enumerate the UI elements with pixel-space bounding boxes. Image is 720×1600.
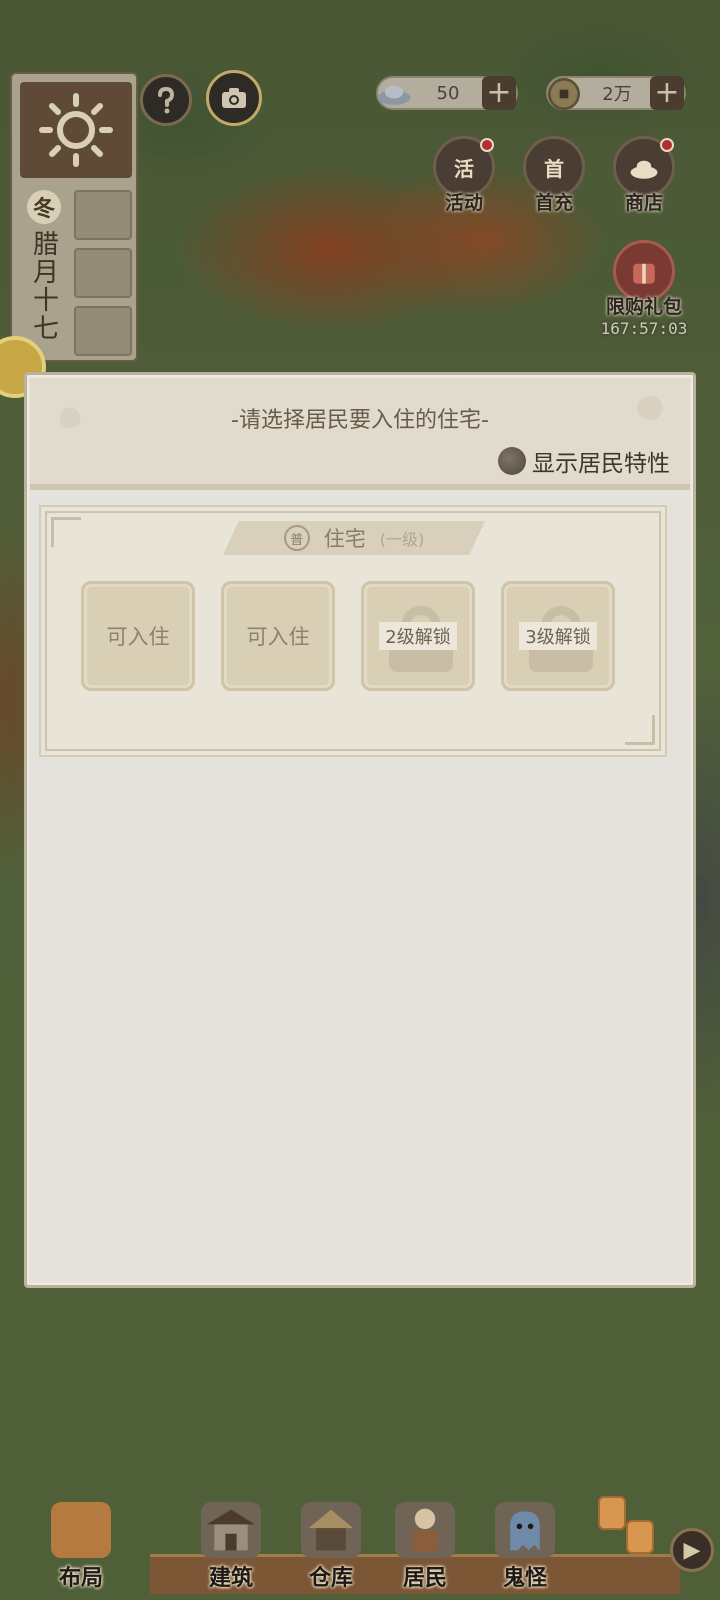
notification-dot [480, 138, 494, 152]
show-traits-toggle[interactable]: 显示居民特性 [498, 444, 670, 478]
nav-ghosts[interactable]: 鬼怪 [480, 1488, 570, 1592]
dialog-title: -请选择居民要入住的住宅- [231, 408, 489, 433]
shop-label: 商店 [624, 192, 663, 214]
slot-label: 可入住 [106, 625, 170, 649]
season-label: 冬 [27, 190, 61, 224]
house-slot-locked[interactable]: 2级解锁 [361, 581, 475, 691]
nav-build-label: 建筑 [208, 1566, 253, 1591]
lantern-decoration [598, 1496, 626, 1530]
camera-button[interactable] [206, 70, 262, 126]
limited-gift-label: 限购礼包 [605, 296, 682, 318]
help-button[interactable] [140, 74, 192, 126]
camera-icon [222, 88, 246, 108]
slot-label: 2级解锁 [379, 622, 457, 650]
coin-amount: 2万 [602, 84, 632, 105]
sun-icon [39, 93, 113, 167]
dialog-header: -请选择居民要入住的住宅- 显示居民特性 [30, 378, 690, 490]
corner-ornament [625, 715, 655, 745]
house-slot-available[interactable]: 可入住 [81, 581, 195, 691]
resident-person-icon [395, 1502, 455, 1558]
shop-button[interactable]: 商店 [606, 136, 682, 220]
house-slots: 可入住 可入住 2级解锁 3级解锁 [81, 581, 615, 691]
limited-gift-button[interactable]: 限购礼包 167:57:03 [596, 240, 692, 340]
weather-sun-icon[interactable] [20, 82, 132, 178]
gift-countdown: 167:57:03 [600, 319, 688, 338]
building-icon [201, 1502, 261, 1558]
nav-storage-label: 仓库 [308, 1566, 353, 1591]
house-select-dialog: -请选择居民要入住的住宅- 显示居民特性 普 住宅 (一级) 可入住 可入住 2… [24, 372, 696, 1288]
house-slot-available[interactable]: 可入住 [221, 581, 335, 691]
calendar-slot [74, 248, 132, 298]
house-group-panel: 普 住宅 (一级) 可入住 可入住 2级解锁 3级解锁 [45, 511, 661, 751]
activity-label: 活动 [444, 192, 483, 214]
notification-dot [660, 138, 674, 152]
corner-ornament [51, 517, 81, 547]
lunar-date: 腊月十七 [28, 230, 59, 342]
lantern-decoration [626, 1520, 654, 1554]
copper-coin-icon [542, 72, 586, 116]
calendar-slots [74, 190, 132, 358]
first-charge-button[interactable]: 首 首充 [516, 136, 592, 220]
slot-label: 可入住 [246, 625, 310, 649]
season-date-column: 冬 腊月十七 [22, 190, 66, 360]
slot-label: 3级解锁 [519, 622, 597, 650]
silver-ingot-icon [372, 72, 416, 116]
calendar-panel[interactable]: 冬 腊月十七 [10, 72, 138, 362]
nav-residents[interactable]: 居民 [380, 1488, 470, 1592]
nav-layout-label: 布局 [58, 1566, 103, 1591]
storage-hut-icon [301, 1502, 361, 1558]
bottom-navigation: 布局 建筑 仓库 居民 鬼怪 ▶ [0, 1480, 720, 1600]
coin-currency-bar: 2万 + [546, 76, 686, 110]
activity-button[interactable]: 活 活动 [426, 136, 502, 220]
house-level: (一级) [379, 530, 425, 549]
nav-residents-label: 居民 [402, 1566, 447, 1591]
nav-ghosts-label: 鬼怪 [502, 1566, 547, 1591]
play-arrow-icon[interactable]: ▶ [670, 1528, 714, 1572]
question-icon [158, 86, 175, 114]
tier-mark-badge: 普 [283, 525, 310, 551]
first-charge-label: 首充 [534, 192, 573, 214]
add-coin-button[interactable]: + [650, 76, 684, 110]
add-silver-button[interactable]: + [482, 76, 516, 110]
calendar-slot [74, 306, 132, 356]
nav-layout[interactable]: 布局 [36, 1488, 126, 1592]
layout-leaf-icon [51, 1502, 111, 1558]
ghost-icon [495, 1502, 555, 1558]
nav-build[interactable]: 建筑 [186, 1488, 276, 1592]
silver-amount: 50 [436, 82, 460, 104]
house-tier-tab: 普 住宅 (一级) [223, 521, 485, 555]
house-type-name: 住宅 [323, 527, 366, 551]
silver-currency-bar: 50 + [376, 76, 518, 110]
calendar-slot [74, 190, 132, 240]
house-slot-locked[interactable]: 3级解锁 [501, 581, 615, 691]
toggle-knob[interactable] [498, 447, 526, 475]
show-traits-label: 显示居民特性 [532, 451, 670, 477]
nav-storage[interactable]: 仓库 [286, 1488, 376, 1592]
